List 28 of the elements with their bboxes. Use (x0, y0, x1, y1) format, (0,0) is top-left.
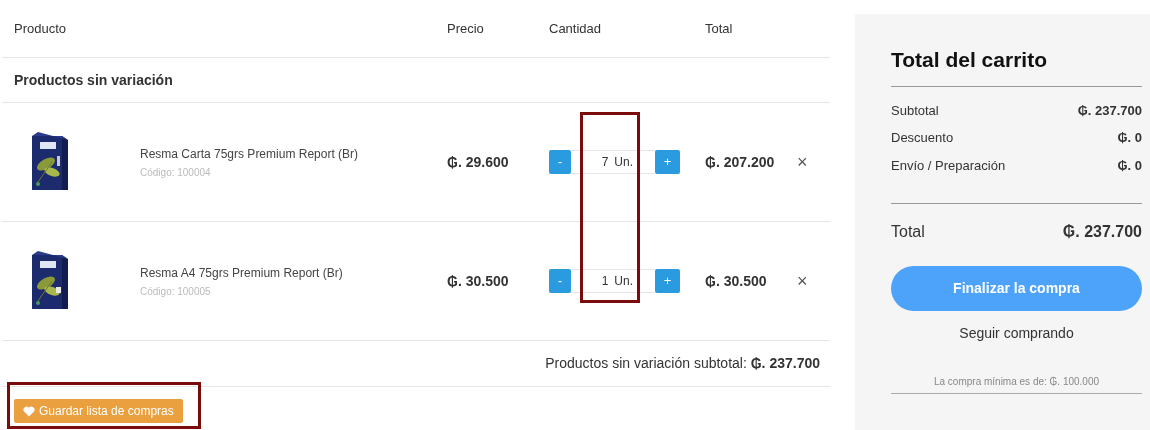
section-subtotal: Productos sin variación subtotal: ₲. 237.700 (545, 354, 820, 373)
section-title: Productos sin variación (14, 70, 173, 90)
product-name[interactable]: Resma Carta 75grs Premium Report (Br) (140, 144, 359, 163)
product-code: Código: 100004 (140, 165, 211, 180)
minimum-purchase-note: La compra mínima es de: ₲. 100.000 (933, 375, 1100, 389)
column-header: Total (704, 19, 733, 38)
summary-value: ₲. 237.700 (1077, 101, 1142, 120)
summary-label: Subtotal (891, 101, 939, 120)
unit-price: ₲. 29.600 (446, 152, 509, 172)
heart-icon (23, 405, 35, 417)
product-name[interactable]: Resma A4 75grs Premium Report (Br) (140, 263, 343, 282)
remove-button[interactable]: × (797, 153, 808, 171)
remove-button[interactable]: × (797, 272, 808, 290)
total-label: Total (891, 222, 925, 242)
column-header: Producto (13, 19, 67, 38)
column-header: Precio (446, 19, 484, 38)
product-code: Código: 100005 (140, 284, 211, 299)
continue-shopping-link[interactable]: Seguir comprando (959, 323, 1074, 344)
cart-total-title: Total del carrito (891, 48, 1047, 71)
line-total: ₲. 30.500 (704, 271, 767, 291)
summary-value: ₲. 0 (1117, 129, 1142, 147)
summary-value: ₲. 0 (1117, 156, 1142, 175)
summary-label: Descuento (891, 129, 954, 147)
total-value: ₲. 237.700 (1062, 222, 1142, 242)
summary-label: Envío / Preparación (891, 156, 1006, 175)
column-header: Cantidad (548, 19, 602, 38)
line-total: ₲. 207.200 (704, 152, 775, 172)
unit-price: ₲. 30.500 (446, 271, 509, 291)
